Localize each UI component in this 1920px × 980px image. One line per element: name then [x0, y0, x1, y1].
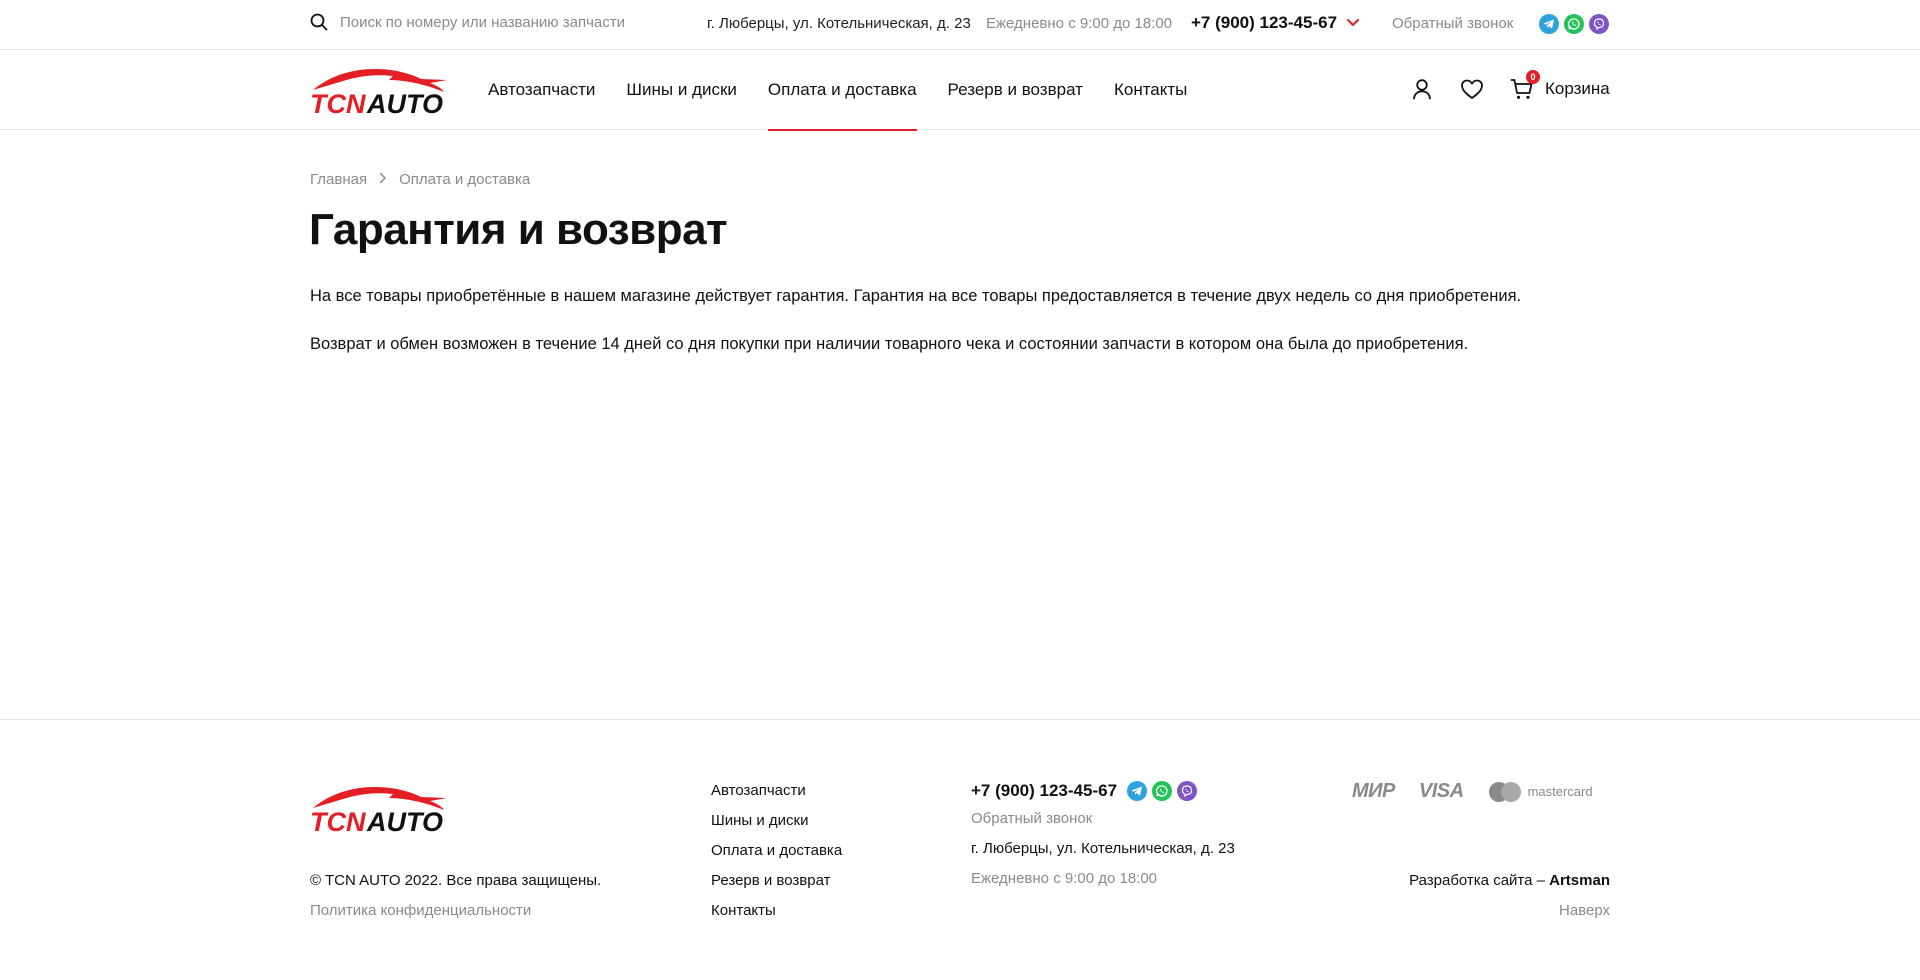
viber-icon[interactable] — [1177, 781, 1198, 801]
logo-text-tcn: TCN — [310, 807, 366, 834]
messenger-icons — [1539, 14, 1609, 34]
return-paragraph: Возврат и обмен возможен в течение 14 дн… — [310, 335, 1469, 353]
whatsapp-icon[interactable] — [1564, 14, 1584, 34]
heart-icon[interactable] — [1460, 77, 1484, 101]
back-to-top-link[interactable]: Наверх — [1559, 902, 1610, 919]
developer-credit: Разработка сайта – Artsman — [1409, 872, 1610, 889]
visa-logo: VISA — [1418, 780, 1464, 802]
footer-nav: Автозапчасти Шины и диски Оплата и доста… — [711, 782, 842, 920]
footer-address: г. Люберцы, ул. Котельническая, д. 23 — [971, 840, 1235, 857]
cart-count-badge: 0 — [1526, 70, 1540, 84]
chevron-down-icon[interactable] — [1347, 14, 1360, 32]
footer-logo[interactable]: TCN AUTO — [309, 782, 449, 839]
footer-phone[interactable]: +7 (900) 123-45-67 — [971, 781, 1117, 801]
viber-icon[interactable] — [1589, 14, 1609, 34]
logo-text-tcn: TCN — [310, 89, 366, 116]
footer: TCN AUTO © TCN AUTO 2022. Все права защи… — [0, 719, 1920, 980]
privacy-policy-link[interactable]: Политика конфиденциальности — [310, 902, 531, 919]
nav-item-reserve-return[interactable]: Резерв и возврат — [948, 50, 1083, 130]
breadcrumb: Главная Оплата и доставка — [310, 171, 530, 188]
telegram-icon[interactable] — [1127, 781, 1148, 801]
footer-link-autoparts[interactable]: Автозапчасти — [711, 782, 842, 800]
search-field[interactable]: Поиск по номеру или названию запчасти — [310, 13, 625, 31]
developer-link[interactable]: Artsman — [1549, 872, 1610, 889]
topbar-hours: Ежедневно с 9:00 до 18:00 — [986, 15, 1173, 32]
footer-hours: Ежедневно с 9:00 до 18:00 — [971, 870, 1158, 887]
footer-copyright: © TCN AUTO 2022. Все права защищены. — [310, 872, 602, 889]
mastercard-label: mastercard — [1527, 784, 1593, 799]
payment-methods: МИР VISA mastercard — [1352, 780, 1593, 803]
developer-credit-prefix: Разработка сайта – — [1409, 872, 1550, 889]
chevron-right-icon — [379, 171, 387, 188]
logo[interactable]: TCN AUTO — [309, 64, 449, 121]
logo-text-auto: AUTO — [366, 807, 443, 834]
page-title: Гарантия и возврат — [309, 205, 728, 254]
mastercard-icon — [1488, 781, 1521, 802]
footer-contacts: +7 (900) 123-45-67 Обратный звонок г. Лю… — [971, 780, 1235, 888]
footer-link-payment-delivery[interactable]: Оплата и доставка — [711, 842, 842, 860]
footer-link-contacts[interactable]: Контакты — [711, 902, 842, 920]
mastercard-logo: mastercard — [1488, 781, 1593, 803]
cart-button[interactable]: 0 Корзина — [1510, 70, 1610, 101]
top-bar: Поиск по номеру или названию запчасти г.… — [0, 0, 1920, 50]
main-nav: Автозапчасти Шины и диски Оплата и доста… — [488, 50, 1187, 131]
cart-icon[interactable]: 0 — [1510, 70, 1540, 101]
topbar-phone-dropdown[interactable]: +7 (900) 123-45-67 — [1191, 13, 1360, 33]
footer-link-tires-wheels[interactable]: Шины и диски — [711, 812, 842, 830]
topbar-address: г. Люберцы, ул. Котельническая, д. 23 — [707, 15, 971, 32]
whatsapp-icon[interactable] — [1152, 781, 1173, 801]
user-icon[interactable] — [1410, 77, 1434, 101]
breadcrumb-current[interactable]: Оплата и доставка — [399, 171, 530, 188]
mir-logo: МИР — [1352, 780, 1395, 802]
topbar-phone[interactable]: +7 (900) 123-45-67 — [1191, 13, 1337, 33]
search-icon[interactable] — [310, 13, 328, 31]
cart-label[interactable]: Корзина — [1545, 79, 1610, 99]
telegram-icon[interactable] — [1539, 14, 1559, 34]
search-input[interactable]: Поиск по номеру или названию запчасти — [340, 14, 625, 31]
footer-callback-link[interactable]: Обратный звонок — [971, 810, 1235, 828]
callback-link[interactable]: Обратный звонок — [1392, 15, 1513, 32]
logo-text-auto: AUTO — [366, 89, 443, 116]
breadcrumb-home-link[interactable]: Главная — [310, 171, 367, 188]
nav-item-contacts[interactable]: Контакты — [1114, 50, 1187, 130]
header-actions: 0 Корзина — [1410, 70, 1610, 101]
nav-item-autoparts[interactable]: Автозапчасти — [488, 50, 595, 130]
footer-link-reserve-return[interactable]: Резерв и возврат — [711, 872, 842, 890]
footer-messenger-icons — [1127, 781, 1198, 801]
nav-item-tires-wheels[interactable]: Шины и диски — [626, 50, 736, 130]
main-header: TCN AUTO Автозапчасти Шины и диски Оплат… — [0, 50, 1920, 131]
nav-item-payment-delivery[interactable]: Оплата и доставка — [767, 50, 917, 131]
warranty-paragraph: На все товары приобретённые в нашем мага… — [310, 287, 1522, 305]
